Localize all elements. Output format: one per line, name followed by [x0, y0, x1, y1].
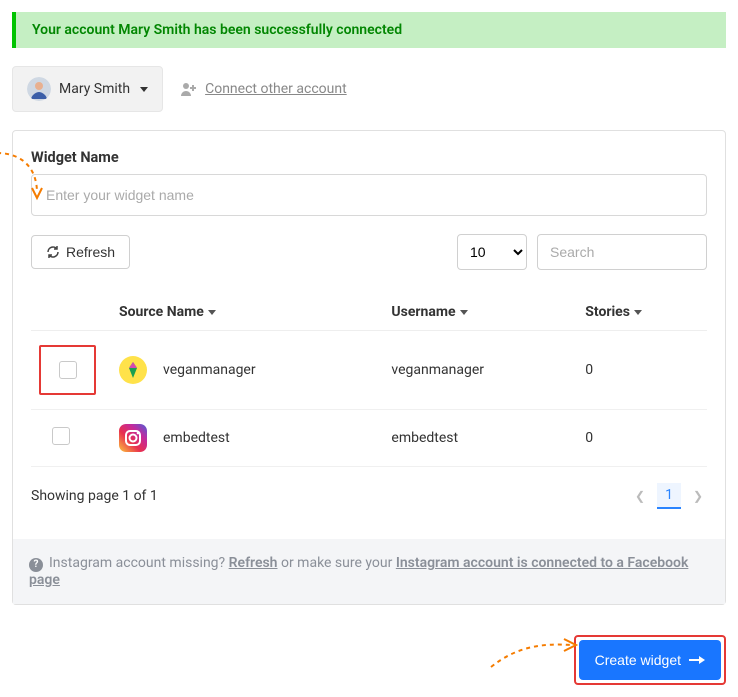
sources-table: Source Name Username Stories veganmanage…	[31, 294, 707, 467]
annotation-arrow-checkbox	[0, 148, 52, 203]
account-selector[interactable]: Mary Smith	[12, 66, 163, 112]
sort-icon	[634, 310, 642, 315]
create-highlight: Create widget	[574, 635, 726, 685]
stories-cell: 0	[577, 331, 707, 410]
create-widget-button[interactable]: Create widget	[579, 640, 721, 680]
page-number[interactable]: 1	[657, 483, 681, 509]
col-username[interactable]: Username	[383, 294, 577, 331]
hint-refresh-link[interactable]: Refresh	[229, 555, 278, 571]
arrow-right-icon	[699, 656, 705, 664]
pagination: ❮ 1 ❯	[631, 483, 707, 509]
table-row: embedtest embedtest 0	[31, 410, 707, 467]
search-input[interactable]	[537, 234, 707, 270]
sort-icon	[460, 310, 468, 315]
prev-page[interactable]: ❮	[631, 487, 649, 505]
hint-text: Instagram account missing?	[49, 555, 229, 571]
controls-row: Refresh 10	[31, 234, 707, 270]
annotation-arrow-create	[486, 637, 586, 677]
hint-bar: ? Instagram account missing? Refresh or m…	[13, 539, 725, 604]
account-row: Mary Smith Connect other account	[12, 66, 726, 112]
username-cell: veganmanager	[383, 331, 577, 410]
connect-other-row: Connect other account	[181, 81, 347, 97]
question-icon: ?	[29, 558, 43, 572]
footer-row: Create widget	[12, 635, 726, 685]
success-alert-text: Your account Mary Smith has been success…	[32, 22, 402, 38]
refresh-button[interactable]: Refresh	[31, 235, 130, 269]
avatar-icon	[27, 77, 51, 101]
source-name: embedtest	[163, 430, 230, 446]
row-checkbox[interactable]	[52, 427, 70, 445]
sort-icon	[208, 310, 216, 315]
stories-cell: 0	[577, 410, 707, 467]
account-name: Mary Smith	[59, 81, 130, 97]
table-row: veganmanager veganmanager 0	[31, 331, 707, 410]
hint-text: or make sure your	[278, 555, 396, 571]
col-source[interactable]: Source Name	[111, 294, 383, 331]
source-name: veganmanager	[163, 362, 256, 378]
user-plus-icon	[181, 82, 197, 96]
connect-other-link[interactable]: Connect other account	[205, 81, 347, 97]
widget-name-input[interactable]	[31, 174, 707, 216]
next-page[interactable]: ❯	[689, 487, 707, 505]
success-alert: Your account Mary Smith has been success…	[12, 12, 726, 48]
pagination-row: Showing page 1 of 1 ❮ 1 ❯	[31, 483, 707, 509]
source-icon	[119, 356, 147, 384]
page-size-select[interactable]: 10	[457, 234, 527, 270]
widget-name-label: Widget Name	[31, 149, 707, 166]
checkbox-highlight	[39, 345, 96, 395]
username-cell: embedtest	[383, 410, 577, 467]
chevron-down-icon	[140, 87, 148, 92]
refresh-icon	[46, 245, 60, 259]
row-checkbox[interactable]	[59, 361, 77, 379]
instagram-icon	[119, 424, 147, 452]
pagination-summary: Showing page 1 of 1	[31, 488, 158, 504]
col-stories[interactable]: Stories	[577, 294, 707, 331]
widget-card: Widget Name Refresh 10 Source Name Usern…	[12, 130, 726, 605]
refresh-label: Refresh	[66, 244, 115, 260]
create-widget-label: Create widget	[595, 652, 681, 668]
